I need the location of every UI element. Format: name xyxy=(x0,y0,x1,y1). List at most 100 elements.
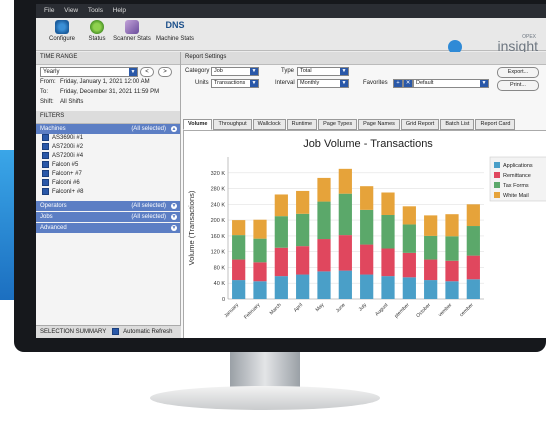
ns-logo: DNS xyxy=(165,20,185,30)
machine-name: FalconI+ #8 xyxy=(52,189,84,196)
category-value: Job xyxy=(214,68,223,74)
menu-file[interactable]: File xyxy=(44,7,54,14)
machines-filter-bar[interactable]: Machines (All selected) ▲ xyxy=(36,124,180,134)
favorites-select[interactable]: Default ▼ xyxy=(413,79,489,88)
machine-stats-button[interactable]: DNS Machine Stats xyxy=(154,20,196,42)
x-tick-label: July xyxy=(358,302,369,313)
y-tick-label: 0 xyxy=(222,297,225,303)
menu-tools[interactable]: Tools xyxy=(88,7,103,14)
advanced-filter-bar[interactable]: Advanced ▼ xyxy=(36,223,180,233)
checkbox-checked-icon[interactable] xyxy=(42,161,49,168)
print-button[interactable]: Print... xyxy=(497,80,539,91)
legend-label: White Mail xyxy=(503,193,529,199)
machine-list: AS3690i #1 AS7200i #2 AS7200i #4 Falcon #5 F… xyxy=(36,134,180,197)
machine-filter-item[interactable]: Falcon+ #7 xyxy=(36,170,180,179)
units-label: Units xyxy=(195,80,209,86)
tab-runtime[interactable]: Runtime xyxy=(286,119,318,130)
dropdown-arrow-icon[interactable]: ▼ xyxy=(250,68,258,75)
status-light-icon xyxy=(90,20,104,34)
checkbox-checked-icon[interactable] xyxy=(42,134,49,141)
toolbar: Configure Status Scanner Stats DNS Machi… xyxy=(36,18,546,54)
bar-segment xyxy=(253,262,267,282)
add-favorite-button[interactable]: + xyxy=(393,79,403,88)
jobs-filter-bar[interactable]: Jobs (All selected) ▼ xyxy=(36,212,180,222)
bar-segment xyxy=(360,186,374,210)
previous-period-button[interactable]: < xyxy=(140,67,154,77)
bar-segment xyxy=(232,235,246,260)
machine-filter-item[interactable]: AS7200i #2 xyxy=(36,143,180,152)
machine-filter-item[interactable]: FalconI+ #8 xyxy=(36,188,180,197)
menu-view[interactable]: View xyxy=(64,7,78,14)
expand-icon[interactable]: ▼ xyxy=(171,214,177,220)
auto-refresh-checkbox[interactable] xyxy=(111,327,119,335)
expand-icon[interactable]: ▼ xyxy=(171,203,177,209)
bar-segment xyxy=(253,219,267,239)
units-select[interactable]: Transactions ▼ xyxy=(211,79,259,88)
scanner-stats-button[interactable]: Scanner Stats xyxy=(112,20,152,42)
operators-label: Operators xyxy=(40,203,67,209)
dropdown-arrow-icon[interactable]: ▼ xyxy=(340,68,348,75)
filters-header: FILTERS xyxy=(36,111,180,124)
operators-all-selected: (All selected) xyxy=(131,203,166,209)
dropdown-arrow-icon[interactable]: ▼ xyxy=(340,80,348,87)
bar-segment xyxy=(232,259,246,281)
volume-chart: Job Volume - Transactions Volume (Transac… xyxy=(187,138,546,321)
machine-name: AS7200i #2 xyxy=(52,144,84,151)
tab-throughput[interactable]: Throughput xyxy=(213,119,252,130)
bar-segment xyxy=(338,235,352,271)
tab-batch-list[interactable]: Batch List xyxy=(440,119,475,130)
legend-label: Remittance xyxy=(503,173,531,179)
y-tick-label: 40 K xyxy=(214,281,226,287)
time-range-select[interactable]: Yearly ▼ xyxy=(40,67,138,77)
x-tick-label: April xyxy=(293,302,304,313)
bar-segment xyxy=(424,259,438,281)
legend-label: Tax Forms xyxy=(503,183,529,189)
next-period-button[interactable]: > xyxy=(158,67,172,77)
tab-volume[interactable]: Volume xyxy=(183,119,213,130)
bar-segment xyxy=(296,213,310,247)
remove-favorite-button[interactable]: ✕ xyxy=(403,79,413,88)
type-select[interactable]: Total ▼ xyxy=(297,67,349,76)
time-range-header: TIME RANGE xyxy=(36,52,180,65)
tab-report-card[interactable]: Report Card xyxy=(475,119,516,130)
configure-label: Configure xyxy=(48,36,75,42)
export-button[interactable]: Export... xyxy=(497,67,539,78)
checkbox-checked-icon[interactable] xyxy=(42,152,49,159)
category-select[interactable]: Job ▼ xyxy=(211,67,259,76)
bar-segment xyxy=(402,252,416,278)
operators-filter-bar[interactable]: Operators (All selected) ▼ xyxy=(36,201,180,211)
shift-value: All Shifts xyxy=(60,99,84,105)
machine-filter-item[interactable]: Falconi #6 xyxy=(36,179,180,188)
dropdown-arrow-icon[interactable]: ▼ xyxy=(250,80,258,87)
tab-grid-report[interactable]: Grid Report xyxy=(400,119,440,130)
dropdown-arrow-icon[interactable]: ▼ xyxy=(480,80,488,87)
x-tick-label: August xyxy=(374,302,390,318)
collapse-icon[interactable]: ▲ xyxy=(171,126,177,132)
interval-select[interactable]: Monthly ▼ xyxy=(297,79,349,88)
selection-summary-label: SELECTION SUMMARY xyxy=(40,329,107,335)
bar-segment xyxy=(402,206,416,225)
status-label: Status xyxy=(88,36,106,42)
tab-page-types[interactable]: Page Types xyxy=(318,119,358,130)
bar-segment xyxy=(381,248,395,277)
machine-filter-item[interactable]: AS7200i #4 xyxy=(36,152,180,161)
tab-wallclock[interactable]: Wallclock xyxy=(252,119,286,130)
y-tick-label: 120 K xyxy=(211,250,226,256)
bar-segment xyxy=(445,260,459,282)
category-label: Category xyxy=(185,68,210,74)
checkbox-checked-icon[interactable] xyxy=(42,143,49,150)
x-tick-label: May xyxy=(314,302,325,313)
configure-button[interactable]: Configure xyxy=(42,20,82,42)
dropdown-arrow-icon[interactable]: ▼ xyxy=(129,68,137,76)
menu-help[interactable]: Help xyxy=(113,7,126,14)
expand-icon[interactable]: ▼ xyxy=(171,225,177,231)
machine-filter-item[interactable]: AS3690i #1 xyxy=(36,134,180,143)
tab-page-names[interactable]: Page Names xyxy=(358,119,400,130)
status-button[interactable]: Status xyxy=(84,20,110,42)
machine-filter-item[interactable]: Falcon #5 xyxy=(36,161,180,170)
checkbox-checked-icon[interactable] xyxy=(42,179,49,186)
bar-segment xyxy=(402,277,416,299)
checkbox-checked-icon[interactable] xyxy=(42,188,49,195)
checkbox-checked-icon[interactable] xyxy=(42,170,49,177)
machine-name: Falconi #6 xyxy=(52,180,80,187)
